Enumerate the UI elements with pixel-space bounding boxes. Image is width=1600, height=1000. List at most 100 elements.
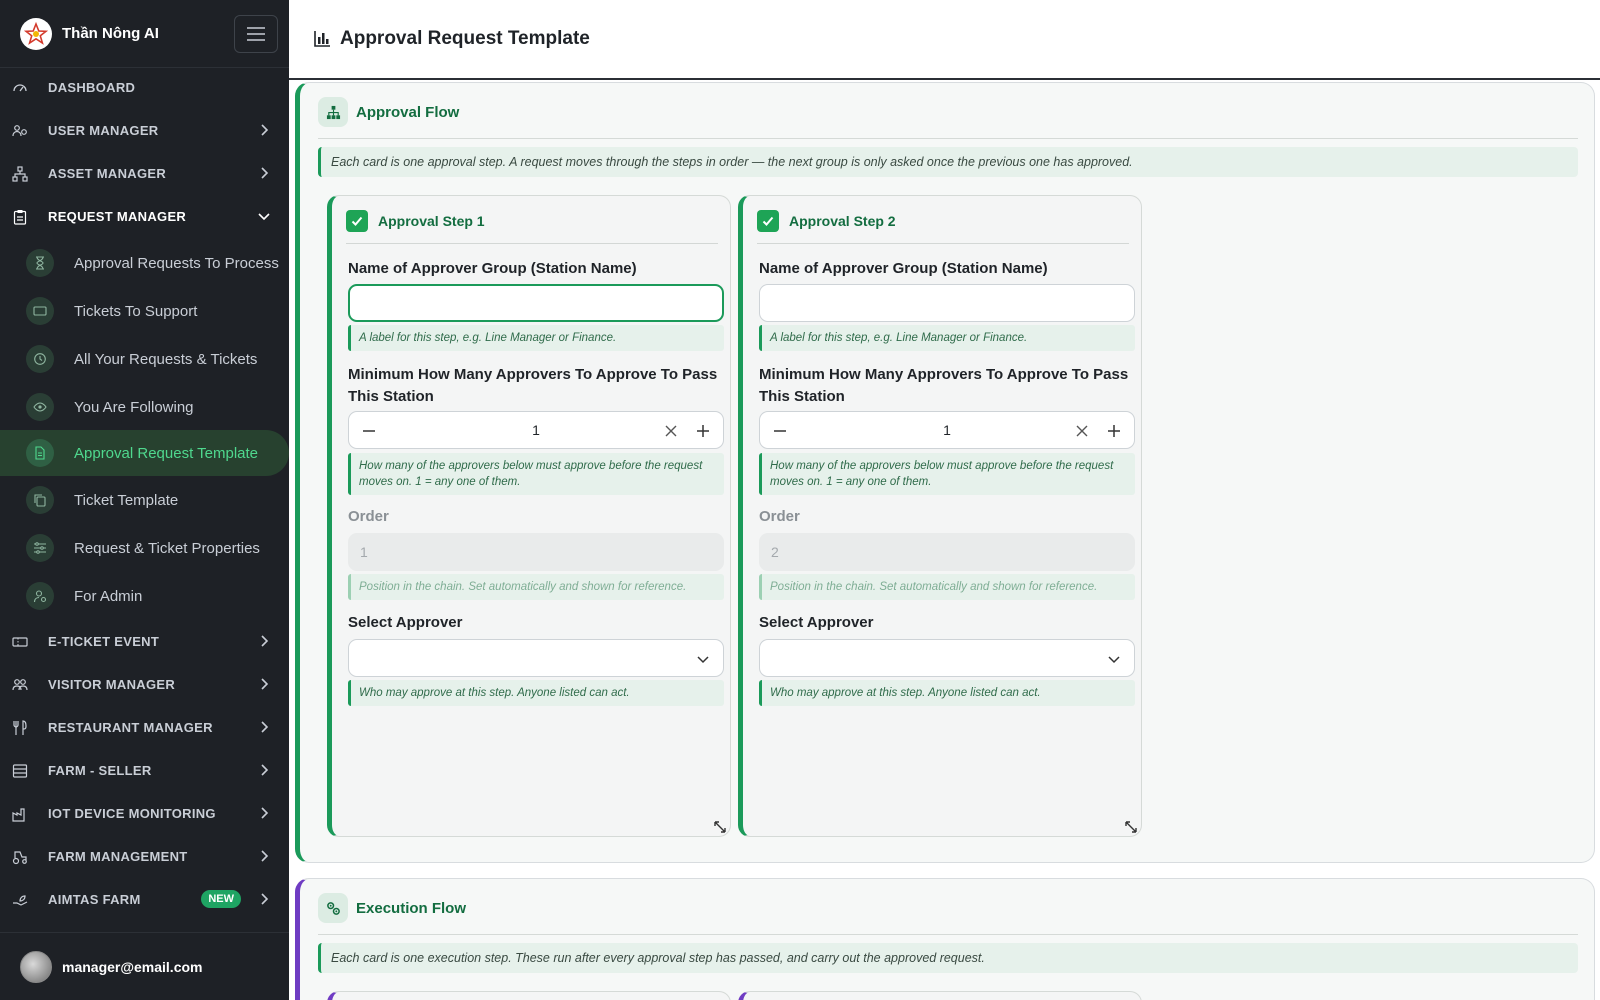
sidebar-item-you-are-following[interactable]: You Are Following	[0, 384, 289, 430]
nav-e-ticket-event[interactable]: E-TICKET EVENT	[0, 620, 289, 663]
resize-handle-icon[interactable]	[1124, 820, 1138, 834]
approver-group-help: A label for this step, e.g. Line Manager…	[348, 325, 724, 351]
select-approver-dropdown[interactable]	[759, 639, 1135, 677]
select-approver-help: Who may approve at this step. Anyone lis…	[348, 680, 724, 706]
nav-restaurant-manager-label: RESTAURANT MANAGER	[48, 720, 213, 735]
approver-group-label: Name of Approver Group (Station Name)	[759, 260, 1048, 277]
sitemap-icon	[318, 97, 348, 127]
sidebar-item-label: Request & Ticket Properties	[74, 539, 260, 557]
hand-plant-icon	[12, 892, 28, 908]
nav-restaurant-manager[interactable]: RESTAURANT MANAGER	[0, 706, 289, 749]
visitors-icon	[12, 677, 28, 693]
nav-visitor-manager-label: VISITOR MANAGER	[48, 677, 176, 692]
close-icon[interactable]	[1074, 423, 1090, 439]
step-title: Approval Step 1	[378, 213, 485, 229]
approver-group-input[interactable]	[348, 284, 724, 322]
store-icon	[12, 763, 28, 779]
page-header: Approval Request Template	[289, 0, 1600, 80]
eye-icon	[26, 393, 54, 421]
order-label: Order	[759, 508, 800, 525]
select-approver-help: Who may approve at this step. Anyone lis…	[759, 680, 1135, 706]
sidebar-item-for-admin[interactable]: For Admin	[0, 573, 289, 619]
document-icon	[26, 439, 54, 467]
app-logo[interactable]	[20, 17, 52, 50]
sidebar-item-all-your-requests[interactable]: All Your Requests & Tickets	[0, 336, 289, 382]
star-logo-icon	[24, 21, 48, 45]
resize-handle-icon[interactable]	[713, 820, 727, 834]
sidebar-item-label: For Admin	[74, 587, 143, 605]
step-header: Approval Step 2	[757, 210, 896, 232]
ticket-icon	[12, 634, 28, 650]
min-approvers-stepper: 1	[348, 411, 724, 449]
user-cog-icon	[26, 582, 54, 610]
checkbox-checked-icon[interactable]	[346, 210, 368, 232]
nav-farm-seller[interactable]: FARM - SELLER	[0, 749, 289, 792]
section-note: Each card is one execution step. These r…	[318, 943, 1578, 973]
nav-iot-device-monitoring-label: IOT DEVICE MONITORING	[48, 806, 216, 821]
nav-iot-device-monitoring[interactable]: IOT DEVICE MONITORING	[0, 792, 289, 835]
utensils-icon	[12, 719, 28, 736]
sidebar-item-label: Approval Request Template	[74, 444, 258, 462]
nav-farm-management[interactable]: FARM MANAGEMENT	[0, 835, 289, 878]
chevron-right-icon	[257, 677, 271, 691]
sidebar-item-label: Tickets To Support	[74, 302, 198, 320]
sidebar-item-label: Approval Requests To Process	[74, 254, 279, 272]
page-title: Approval Request Template	[340, 28, 590, 49]
nav-visitor-manager[interactable]: VISITOR MANAGER	[0, 663, 289, 706]
nav-request-manager[interactable]: REQUEST MANAGER	[0, 195, 289, 238]
checkbox-checked-icon[interactable]	[757, 210, 779, 232]
section-title: Execution Flow	[356, 899, 467, 917]
hourglass-icon	[26, 249, 54, 277]
nav-user-manager[interactable]: USER MANAGER	[0, 109, 289, 152]
sidebar-item-tickets-to-support[interactable]: Tickets To Support	[0, 288, 289, 334]
hamburger-icon	[247, 27, 265, 41]
nav-farm-seller-label: FARM - SELLER	[48, 763, 152, 778]
approver-group-help: A label for this step, e.g. Line Manager…	[759, 325, 1135, 351]
approval-step-card: Approval Step 1 Name of Approver Group (…	[327, 195, 731, 837]
nav-aimtas-farm-label: AIMTAS FARM	[48, 892, 141, 907]
tractor-icon	[12, 849, 28, 865]
approver-group-label: Name of Approver Group (Station Name)	[348, 260, 637, 277]
close-icon[interactable]	[663, 423, 679, 439]
ticket-icon	[26, 297, 54, 325]
select-approver-label: Select Approver	[759, 614, 874, 631]
execution-step-card	[327, 991, 731, 1000]
order-field: 2	[759, 533, 1135, 571]
history-icon	[26, 345, 54, 373]
section-title: Approval Flow	[356, 103, 460, 121]
chevron-right-icon	[257, 763, 271, 777]
avatar[interactable]	[20, 950, 52, 983]
execution-step-card	[738, 991, 1142, 1000]
new-badge: NEW	[201, 890, 241, 908]
menu-toggle-button[interactable]	[234, 15, 278, 53]
user-profile[interactable]: manager@email.com	[0, 932, 289, 1000]
min-approvers-stepper: 1	[759, 411, 1135, 449]
select-approver-dropdown[interactable]	[348, 639, 724, 677]
nav-aimtas-farm[interactable]: AIMTAS FARM NEW	[0, 878, 289, 921]
chevron-down-icon	[1106, 651, 1122, 667]
app-name: Thần Nông AI	[62, 25, 159, 42]
chevron-right-icon	[257, 720, 271, 734]
sidebar-item-request-ticket-properties[interactable]: Request & Ticket Properties	[0, 525, 289, 571]
section-header: Execution Flow	[318, 893, 466, 923]
approval-flow-section: Approval Flow Each card is one approval …	[295, 82, 1595, 863]
nav-asset-manager[interactable]: ASSET MANAGER	[0, 152, 289, 195]
approver-group-input[interactable]	[759, 284, 1135, 322]
plus-icon[interactable]	[695, 423, 711, 439]
section-header: Approval Flow	[318, 97, 459, 127]
plus-icon[interactable]	[1106, 423, 1122, 439]
chevron-right-icon	[257, 892, 271, 906]
sidebar-item-approval-request-template[interactable]: Approval Request Template	[0, 430, 289, 476]
step-header: Approval Step 1	[346, 210, 485, 232]
select-approver-label: Select Approver	[348, 614, 463, 631]
nav-request-manager-label: REQUEST MANAGER	[48, 209, 187, 224]
sidebar-item-ticket-template[interactable]: Ticket Template	[0, 477, 289, 523]
nav-dashboard[interactable]: DASHBOARD	[0, 66, 289, 109]
step-title: Approval Step 2	[789, 213, 896, 229]
sidebar-item-approval-requests-to-process[interactable]: Approval Requests To Process	[0, 240, 289, 286]
gauge-icon	[12, 80, 28, 96]
nav-user-manager-label: USER MANAGER	[48, 123, 159, 138]
users-gear-icon	[12, 123, 28, 139]
bar-chart-icon	[314, 31, 330, 47]
clipboard-icon	[12, 209, 28, 225]
